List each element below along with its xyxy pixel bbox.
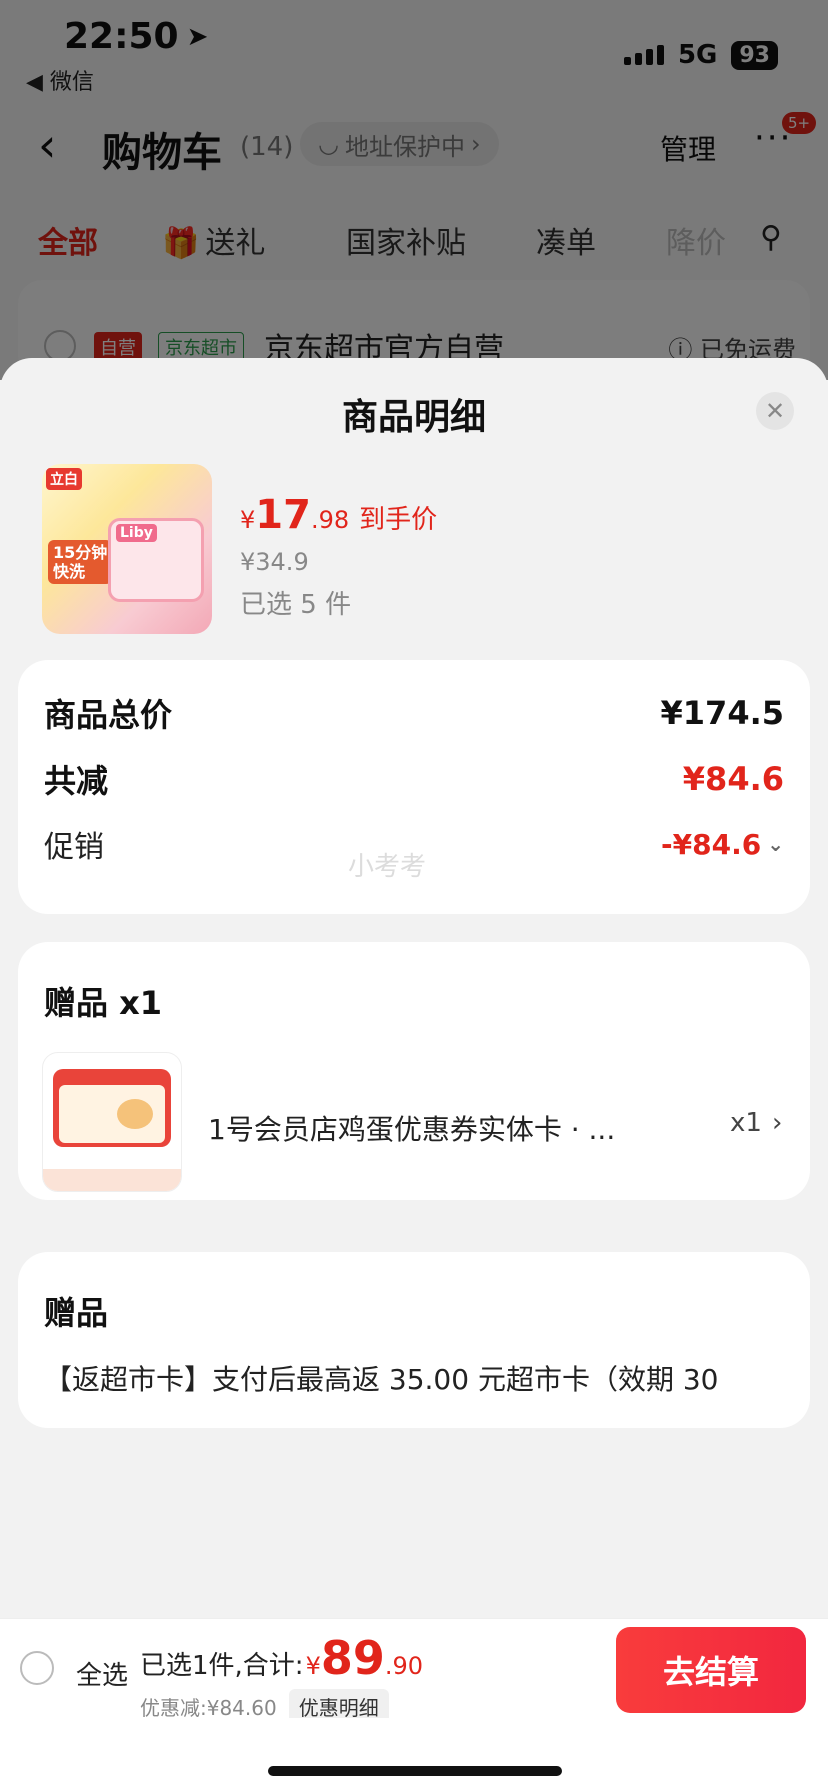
- home-indicator[interactable]: [268, 1766, 562, 1776]
- gift-item-name[interactable]: 1号会员店鸡蛋优惠券实体卡 · ...: [208, 1108, 615, 1148]
- checkout-bar: 全选 已选1件,合计: ¥ 89 .90 优惠减:¥84.60 优惠明细 去结算: [0, 1618, 828, 1724]
- product-detail-sheet: 商品明细 ✕ 立白 15分钟 快洗 Liby ¥ 17 .98 到手价 ¥34.…: [0, 358, 828, 1792]
- gift-item-qty[interactable]: x1 ›: [730, 1108, 782, 1138]
- chevron-right-icon: ›: [771, 1108, 783, 1138]
- gift-rebate-card: 赠品 【返超市卡】支付后最高返 35.00 元超市卡（效期 30: [18, 1252, 810, 1428]
- product-image[interactable]: 立白 15分钟 快洗 Liby: [42, 464, 212, 634]
- final-price: ¥ 17 .98 到手价: [240, 492, 438, 538]
- order-total: 已选1件,合计: ¥ 89 .90: [140, 1631, 424, 1685]
- dim-overlay[interactable]: [0, 0, 828, 380]
- price-breakdown-card: 商品总价 ¥174.5 共减 ¥84.6 促销 -¥84.6 ⌄ 小考考: [18, 660, 810, 914]
- gift-title: 赠品 x1: [44, 984, 163, 1022]
- gift-image[interactable]: [42, 1052, 182, 1192]
- total-reduction-value: ¥84.6: [682, 760, 784, 798]
- watermark: 小考考: [348, 852, 427, 882]
- gift-rebate-title: 赠品: [44, 1294, 109, 1332]
- pack-brand-logo: Liby: [116, 524, 157, 542]
- total-price-value: ¥174.5: [660, 694, 784, 732]
- selected-count: 已选 5 件: [240, 590, 352, 620]
- gift-card: 赠品 x1 1号会员店鸡蛋优惠券实体卡 · ... x1 ›: [18, 942, 810, 1200]
- product-sticker: 15分钟 快洗: [48, 540, 113, 585]
- total-price-row: 商品总价 ¥174.5: [44, 694, 784, 734]
- sheet-title: 商品明细: [341, 397, 486, 438]
- checkout-button[interactable]: 去结算: [616, 1627, 806, 1713]
- select-all-label[interactable]: 全选: [76, 1655, 128, 1692]
- chevron-down-icon: ⌄: [767, 832, 784, 856]
- original-price: ¥34.9: [240, 548, 309, 576]
- brand-logo: 立白: [46, 468, 82, 490]
- gift-rebate-text: 【返超市卡】支付后最高返 35.00 元超市卡（效期 30: [44, 1363, 719, 1396]
- promotion-value[interactable]: -¥84.6 ⌄: [661, 828, 784, 861]
- select-all-radio[interactable]: [20, 1651, 54, 1685]
- home-area: [0, 1718, 828, 1792]
- close-icon[interactable]: ✕: [756, 392, 794, 430]
- total-reduction-row: 共减 ¥84.6: [44, 760, 784, 800]
- product-summary: 立白 15分钟 快洗 Liby ¥ 17 .98 到手价 ¥34.9 已选 5 …: [42, 464, 786, 634]
